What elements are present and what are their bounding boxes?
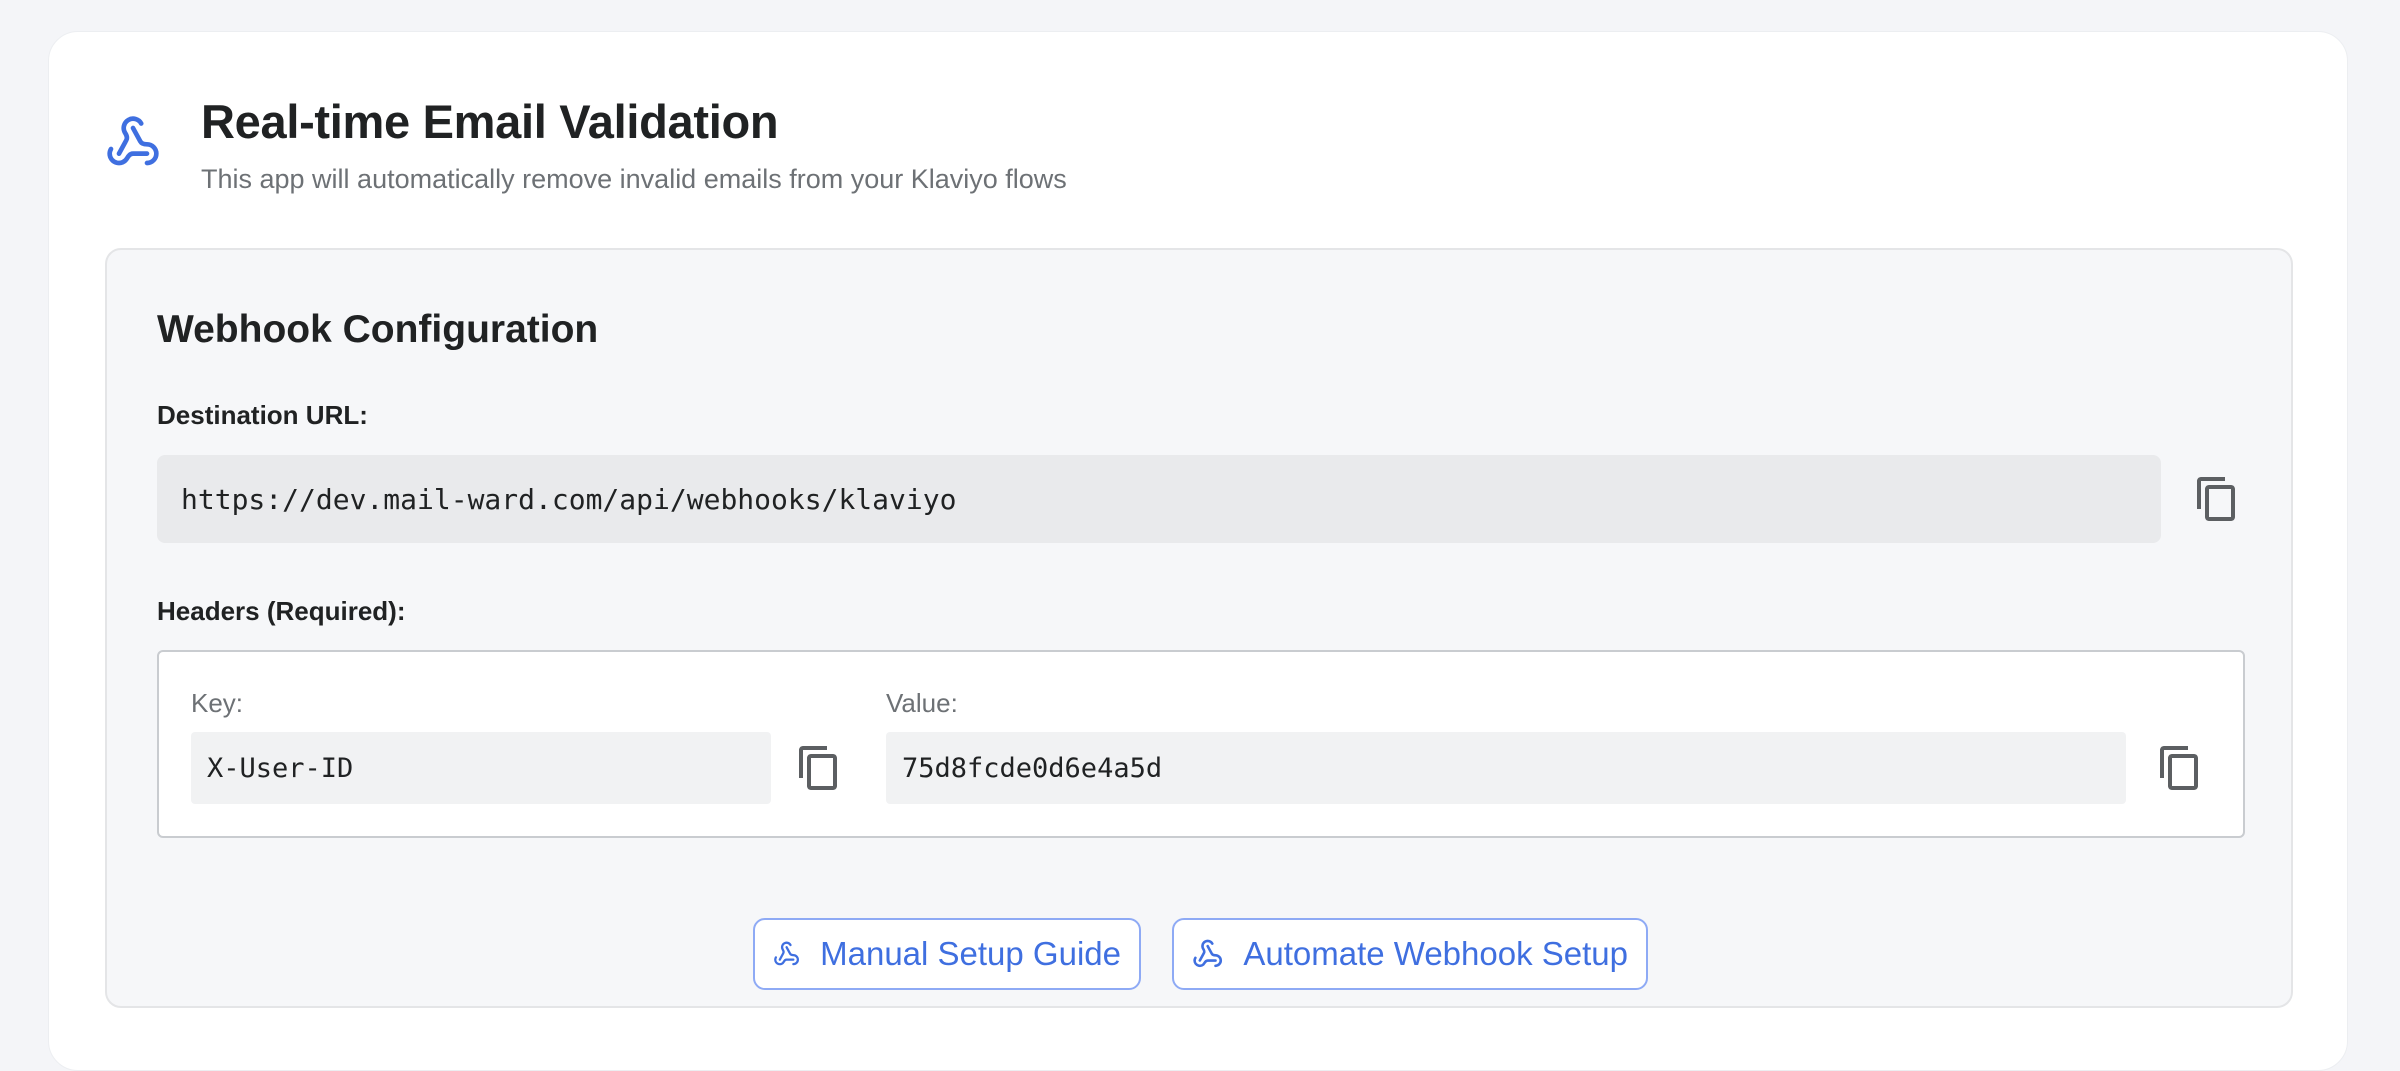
copy-icon xyxy=(2197,477,2235,521)
header-key-label: Key: xyxy=(191,688,244,718)
copy-icon xyxy=(2160,746,2198,790)
page-subtitle: This app will automatically remove inval… xyxy=(201,164,1067,194)
destination-url-label: Destination URL: xyxy=(157,400,368,430)
headers-panel: Key: X-User-ID Value: 75d8fcde0d6e4a5d xyxy=(157,650,2245,838)
webhook-icon xyxy=(1193,939,1222,968)
page-title: Real-time Email Validation xyxy=(201,95,779,148)
manual-setup-guide-button[interactable]: Manual Setup Guide xyxy=(753,918,1141,990)
section-title: Webhook Configuration xyxy=(157,308,599,351)
header-key-field[interactable]: X-User-ID xyxy=(191,732,771,804)
automate-webhook-setup-label: Automate Webhook Setup xyxy=(1243,935,1628,972)
header-value-label: Value: xyxy=(886,688,958,718)
app-card: Real-time Email Validation This app will… xyxy=(48,31,2348,1071)
copy-icon xyxy=(799,746,837,790)
webhook-icon xyxy=(107,116,159,166)
automate-webhook-setup-button[interactable]: Automate Webhook Setup xyxy=(1172,918,1648,990)
webhook-icon xyxy=(774,941,799,966)
header-value-field[interactable]: 75d8fcde0d6e4a5d xyxy=(886,732,2126,804)
webhook-configuration-section: Webhook Configuration Destination URL: h… xyxy=(105,248,2293,1008)
manual-setup-guide-label: Manual Setup Guide xyxy=(820,935,1121,972)
copy-value-button[interactable] xyxy=(2152,740,2208,796)
copy-url-button[interactable] xyxy=(2189,471,2245,527)
headers-label: Headers (Required): xyxy=(157,596,406,626)
destination-url-field[interactable]: https://dev.mail-ward.com/api/webhooks/k… xyxy=(157,455,2161,543)
copy-key-button[interactable] xyxy=(791,740,847,796)
